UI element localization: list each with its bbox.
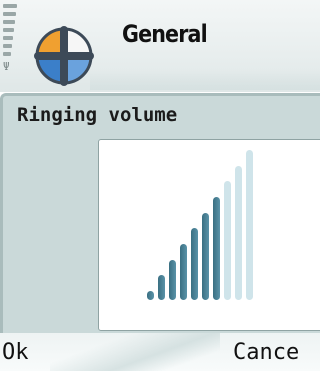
volume-bar	[191, 228, 198, 300]
phone-screen: Ψ General Ringing volume Ok Cance	[0, 0, 320, 371]
antenna-icon: Ψ	[3, 60, 10, 73]
volume-bar	[180, 244, 187, 300]
volume-panel[interactable]	[98, 139, 320, 331]
volume-bar	[169, 259, 176, 300]
softkey-pane: Ok Cance	[0, 333, 320, 371]
volume-bar	[235, 165, 242, 300]
dialog-heading: Ringing volume	[17, 104, 178, 126]
volume-bar	[158, 275, 165, 300]
volume-bar	[147, 291, 154, 300]
app-title: General	[122, 20, 208, 48]
volume-level-indicator[interactable]	[147, 150, 320, 320]
ringing-volume-dialog: Ringing volume	[0, 93, 320, 333]
volume-bar	[202, 212, 209, 300]
cancel-softkey[interactable]: Cance	[233, 340, 299, 366]
volume-bar	[213, 197, 220, 300]
signal-strength-icon	[3, 2, 21, 60]
general-profile-icon	[34, 26, 94, 86]
volume-bar	[246, 150, 253, 300]
title-pane: Ψ General	[0, 0, 320, 92]
ok-softkey[interactable]: Ok	[2, 340, 29, 366]
volume-bar	[224, 181, 231, 300]
